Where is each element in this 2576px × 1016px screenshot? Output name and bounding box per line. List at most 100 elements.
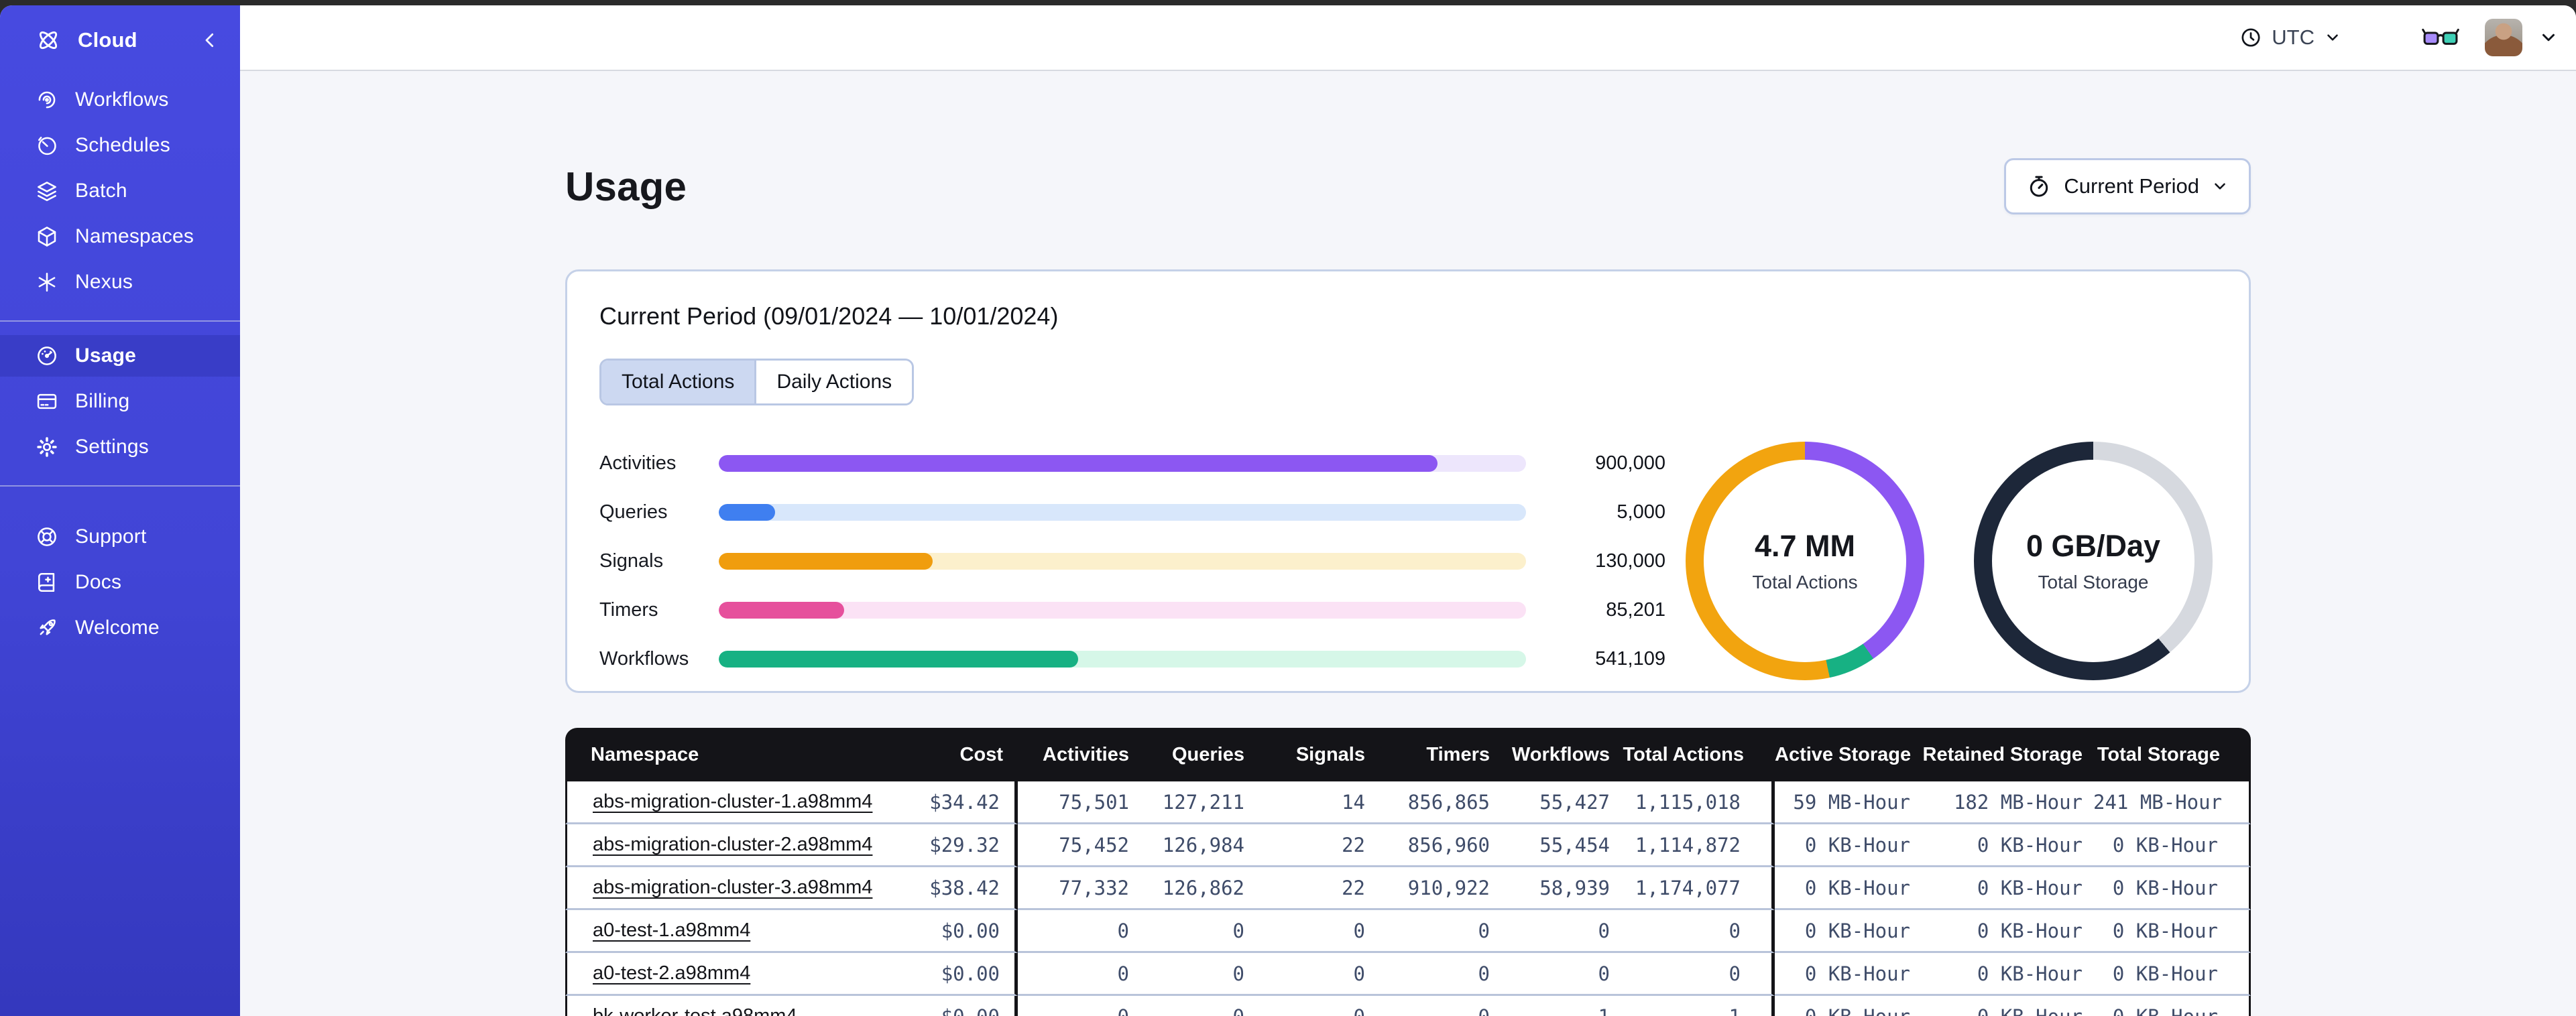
cell-workflows: 0 (1501, 953, 1621, 996)
cell-retained-storage: 182 MB-Hour (1921, 781, 2093, 824)
namespace-link[interactable]: bk-worker-test.a98mm4 (593, 1005, 797, 1016)
cell-signals: 22 (1255, 867, 1376, 910)
clock-icon (2239, 26, 2262, 49)
cell-total-storage: 0 KB-Hour (2093, 824, 2251, 867)
donut-chart: 0 GB/Day Total Storage (1974, 442, 2213, 680)
namespace-link[interactable]: abs-migration-cluster-2.a98mm4 (593, 834, 872, 855)
actions-tabs: Total Actions Daily Actions (599, 359, 915, 405)
cell-workflows: 1 (1501, 996, 1621, 1016)
main-content: Usage Current Period Current Period (09/… (240, 72, 2576, 1016)
column-header-activities: Activities (1018, 728, 1140, 781)
cell-signals: 22 (1255, 824, 1376, 867)
namespace-link[interactable]: abs-migration-cluster-3.a98mm4 (593, 877, 872, 898)
cell-namespace: abs-migration-cluster-2.a98mm4 (565, 824, 872, 867)
bar-label: Signals (599, 550, 664, 572)
sidebar-item-namespaces[interactable]: Namespaces (0, 216, 240, 257)
account-chevron-down-icon[interactable] (2538, 27, 2559, 48)
app-window: Cloud Workflows Schedules Batch Namespac… (0, 5, 2576, 1016)
bar-row: Queries 5,000 (599, 501, 1665, 523)
sidebar-item-billing[interactable]: Billing (0, 381, 240, 422)
period-button-label: Current Period (2064, 174, 2199, 198)
cell-workflows: 55,427 (1501, 781, 1621, 824)
cell-queries: 126,984 (1140, 824, 1255, 867)
cell-activities: 0 (1018, 910, 1140, 953)
table-row: abs-migration-cluster-3.a98mm4 $38.42 77,3… (565, 867, 2251, 910)
bar-fill (719, 503, 776, 521)
sidebar-item-docs[interactable]: Docs (0, 562, 240, 603)
sidebar-item-welcome[interactable]: Welcome (0, 607, 240, 649)
bar-fill (719, 552, 933, 570)
cell-activities: 0 (1018, 953, 1140, 996)
avatar[interactable] (2485, 19, 2522, 56)
cell-signals: 0 (1255, 996, 1376, 1016)
column-header-queries: Queries (1140, 728, 1255, 781)
period-dropdown-button[interactable]: Current Period (2004, 158, 2251, 214)
cell-retained-storage: 0 KB-Hour (1921, 996, 2093, 1016)
namespace-link[interactable]: a0-test-1.a98mm4 (593, 919, 750, 941)
cell-total-actions: 1,115,018 (1621, 781, 1775, 824)
column-header-total-actions: Total Actions (1621, 728, 1775, 781)
tab-total-actions[interactable]: Total Actions (601, 361, 755, 403)
current-period-card: Current Period (09/01/2024 — 10/01/2024)… (565, 269, 2251, 693)
bar-value: 130,000 (1595, 550, 1665, 572)
bar-fill (719, 454, 1438, 472)
batch-icon (35, 179, 59, 203)
cell-namespace: bk-worker-test.a98mm4 (565, 996, 838, 1016)
sidebar-collapse-icon[interactable] (200, 30, 220, 50)
summary-donuts: 4.7 MM Total Actions 0 GB/Day Total Stor… (1686, 442, 2213, 680)
tab-daily-actions[interactable]: Daily Actions (754, 361, 913, 403)
temporal-logo-icon (35, 27, 62, 54)
sidebar-item-batch[interactable]: Batch (0, 170, 240, 212)
cell-cost: $0.00 (838, 910, 1018, 953)
cell-queries: 0 (1140, 910, 1255, 953)
cell-total-actions: 1 (1621, 996, 1775, 1016)
sidebar-item-workflows[interactable]: Workflows (0, 79, 240, 121)
sidebar-divider (0, 320, 240, 322)
cell-active-storage: 0 KB-Hour (1775, 867, 1921, 910)
bar-fill (719, 601, 844, 619)
glasses-icon[interactable] (2422, 24, 2459, 51)
bar-row: Activities 900,000 (599, 452, 1665, 474)
sidebar-item-schedules[interactable]: Schedules (0, 125, 240, 166)
bar-track (719, 503, 1526, 521)
cell-workflows: 58,939 (1501, 867, 1621, 910)
brand: Cloud (0, 5, 240, 75)
cell-total-actions: 1,114,872 (1621, 824, 1775, 867)
table-row: abs-migration-cluster-1.a98mm4 $34.42 75,5… (565, 781, 2251, 824)
namespace-link[interactable]: a0-test-2.a98mm4 (593, 962, 750, 984)
cell-retained-storage: 0 KB-Hour (1921, 953, 2093, 996)
cell-timers: 856,960 (1376, 824, 1501, 867)
bar-label: Timers (599, 598, 658, 621)
donut-value: 4.7 MM (1754, 529, 1856, 563)
sidebar-item-settings[interactable]: Settings (0, 426, 240, 468)
sidebar-item-usage[interactable]: Usage (0, 335, 240, 377)
cell-signals: 0 (1255, 953, 1376, 996)
cell-queries: 127,211 (1140, 781, 1255, 824)
bar-track (719, 552, 1526, 570)
table-row: bk-worker-test.a98mm4$0.000000110 KB-Hou… (565, 996, 2251, 1016)
topbar: UTC (240, 5, 2576, 71)
cell-active-storage: 0 KB-Hour (1775, 910, 1921, 953)
cell-total-actions: 0 (1621, 910, 1775, 953)
cell-workflows: 0 (1501, 910, 1621, 953)
column-header-timers: Timers (1376, 728, 1501, 781)
donut-value: 0 GB/Day (2026, 529, 2161, 563)
column-header-signals: Signals (1255, 728, 1376, 781)
cell-active-storage: 0 KB-Hour (1775, 824, 1921, 867)
table-row: abs-migration-cluster-2.a98mm4 $29.32 75,4… (565, 824, 2251, 867)
donut-chart: 4.7 MM Total Actions (1686, 442, 1924, 680)
support-icon (35, 525, 59, 549)
column-header-active-storage: Active Storage (1775, 728, 1921, 781)
cell-signals: 14 (1255, 781, 1376, 824)
bar-row: Timers 85,201 (599, 599, 1665, 621)
namespace-link[interactable]: abs-migration-cluster-1.a98mm4 (593, 791, 872, 812)
cell-retained-storage: 0 KB-Hour (1921, 910, 2093, 953)
donut-label: Total Storage (2038, 572, 2149, 592)
timezone-select[interactable]: UTC (2239, 25, 2341, 50)
cell-total-storage: 0 KB-Hour (2093, 996, 2251, 1016)
cell-activities: 75,452 (1018, 824, 1140, 867)
sidebar-item-support[interactable]: Support (0, 516, 240, 558)
column-header-retained-storage: Retained Storage (1921, 728, 2093, 781)
cell-total-storage: 0 KB-Hour (2093, 910, 2251, 953)
sidebar-item-nexus[interactable]: Nexus (0, 261, 240, 303)
